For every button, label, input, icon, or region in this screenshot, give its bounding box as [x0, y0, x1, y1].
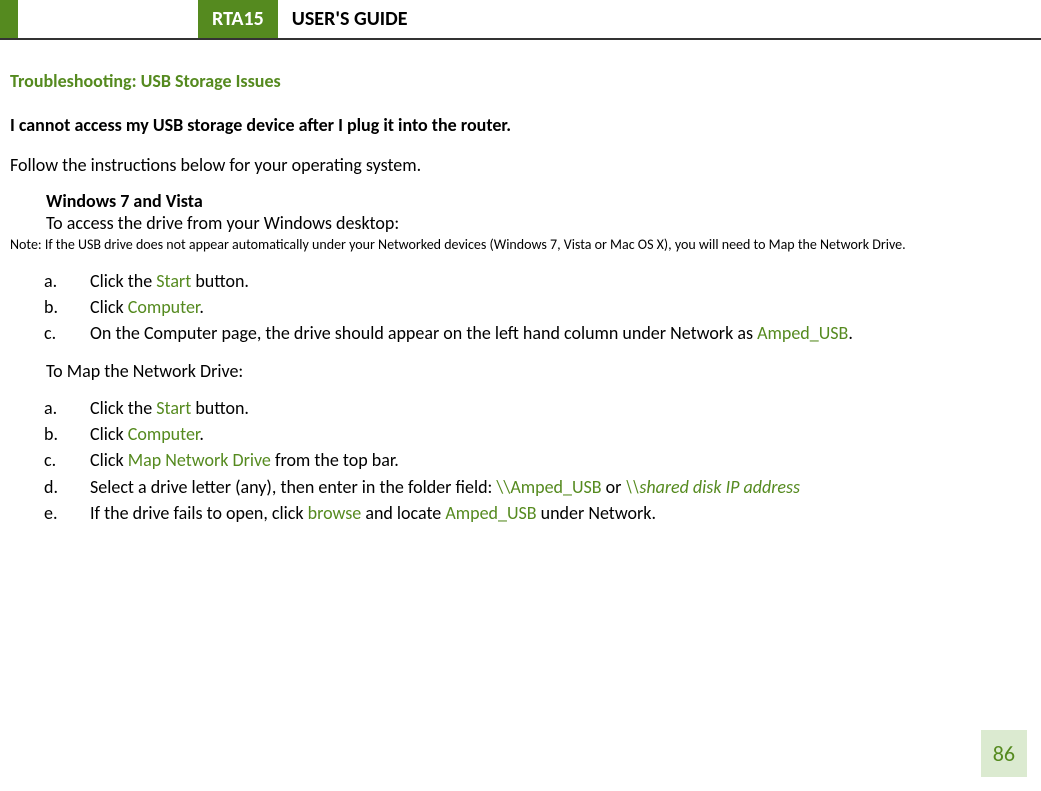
text: or — [602, 476, 626, 498]
list-marker: c. — [10, 448, 90, 472]
os-section: Windows 7 and Vista To access the drive … — [10, 190, 1031, 234]
list-content: If the drive fails to open, click browse… — [90, 501, 1031, 525]
os-intro: To access the drive from your Windows de… — [46, 212, 1031, 234]
list-content: Select a drive letter (any), then enter … — [90, 475, 1031, 499]
list-marker: a. — [10, 269, 90, 293]
ui-term: Amped_USB — [445, 502, 536, 524]
list-content: Click Computer. — [90, 295, 1031, 319]
text: If the drive fails to open, click — [90, 502, 308, 524]
page-number: 86 — [981, 730, 1027, 777]
header-spacer — [18, 0, 198, 38]
issue-heading: I cannot access my USB storage device af… — [10, 114, 1031, 136]
list-item: b. Click Computer. — [10, 295, 1031, 319]
list-marker: b. — [10, 422, 90, 446]
text: . — [199, 423, 204, 445]
ui-term: Start — [156, 397, 191, 419]
text: Click the — [90, 397, 156, 419]
text: under Network. — [537, 502, 656, 524]
list-item: c. On the Computer page, the drive shoul… — [10, 321, 1031, 345]
list-marker: a. — [10, 396, 90, 420]
text: Click — [90, 449, 128, 471]
steps-list-2: a. Click the Start button. b. Click Comp… — [10, 396, 1031, 525]
list-marker: b. — [10, 295, 90, 319]
map-heading: To Map the Network Drive: — [10, 360, 1031, 382]
text: from the top bar. — [271, 449, 399, 471]
ui-term-italic: \\shared disk IP address — [625, 476, 800, 498]
note-text: Note: If the USB drive does not appear a… — [10, 236, 1031, 255]
list-content: Click the Start button. — [90, 396, 1031, 420]
ui-term: Computer — [128, 423, 200, 445]
text: . — [199, 296, 204, 318]
text: . — [848, 322, 853, 344]
intro-text: Follow the instructions below for your o… — [10, 154, 1031, 176]
text: Click — [90, 423, 128, 445]
doc-title: USER'S GUIDE — [278, 0, 422, 38]
list-item: e. If the drive fails to open, click bro… — [10, 501, 1031, 525]
list-marker: d. — [10, 475, 90, 499]
page-content: Troubleshooting: USB Storage Issues I ca… — [0, 40, 1041, 525]
text: Click — [90, 296, 128, 318]
text: button. — [191, 270, 249, 292]
ui-term: Amped_USB — [757, 322, 848, 344]
os-heading: Windows 7 and Vista — [46, 190, 1031, 212]
ui-term: Computer — [128, 296, 200, 318]
list-content: Click the Start button. — [90, 269, 1031, 293]
ui-term: Map Network Drive — [128, 449, 271, 471]
list-marker: c. — [10, 321, 90, 345]
ui-term: \\Amped_USB — [496, 476, 601, 498]
text: and locate — [361, 502, 445, 524]
list-content: On the Computer page, the drive should a… — [90, 321, 1031, 345]
ui-term: browse — [308, 502, 362, 524]
list-item: a. Click the Start button. — [10, 396, 1031, 420]
header-edge — [0, 0, 18, 38]
list-content: Click Computer. — [90, 422, 1031, 446]
list-item: d. Select a drive letter (any), then ent… — [10, 475, 1031, 499]
product-badge: RTA15 — [198, 0, 278, 38]
page-header: RTA15 USER'S GUIDE — [0, 0, 1041, 40]
list-item: b. Click Computer. — [10, 422, 1031, 446]
text: Select a drive letter (any), then enter … — [90, 476, 496, 498]
text: Click the — [90, 270, 156, 292]
list-marker: e. — [10, 501, 90, 525]
text: On the Computer page, the drive should a… — [90, 322, 757, 344]
steps-list-1: a. Click the Start button. b. Click Comp… — [10, 269, 1031, 346]
text: button. — [191, 397, 249, 419]
list-item: c. Click Map Network Drive from the top … — [10, 448, 1031, 472]
list-content: Click Map Network Drive from the top bar… — [90, 448, 1031, 472]
ui-term: Start — [156, 270, 191, 292]
list-item: a. Click the Start button. — [10, 269, 1031, 293]
section-title: Troubleshooting: USB Storage Issues — [10, 70, 1031, 92]
